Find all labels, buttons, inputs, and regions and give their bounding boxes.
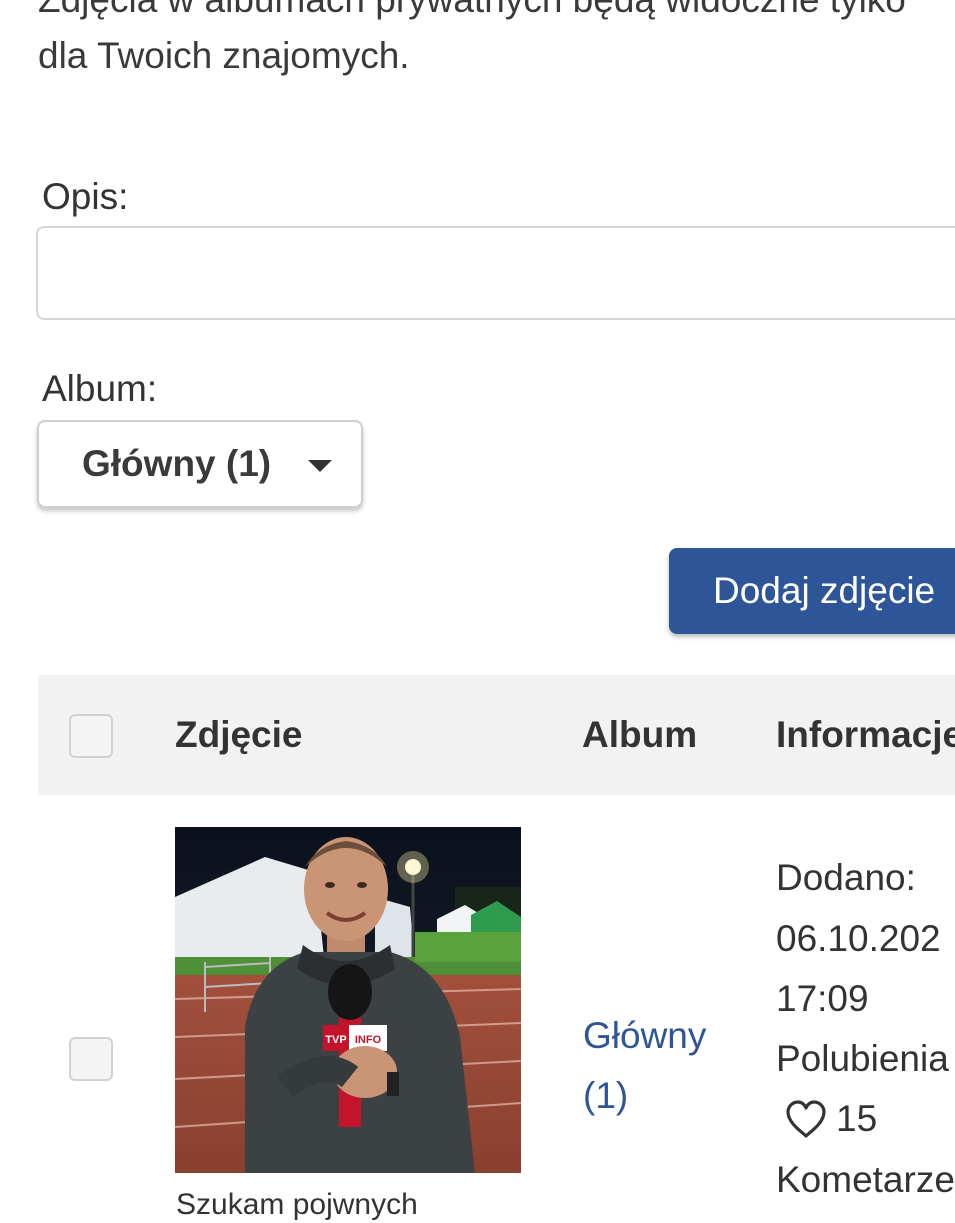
album-select-value: Główny (1) — [82, 443, 272, 484]
photo-caption: Szukam pojwnych — [176, 1188, 418, 1221]
info-likes-label: Polubienia — [776, 1038, 949, 1079]
photo-thumbnail[interactable]: TVP INFO — [175, 827, 521, 1173]
info-comments-label: Kometarze — [776, 1159, 955, 1200]
info-added-time: 17:09 — [776, 978, 869, 1019]
description-input[interactable] — [36, 226, 955, 320]
intro-text-line-2: dla Twoich znajomych. — [38, 35, 410, 76]
album-label: Album: — [42, 368, 158, 409]
album-select[interactable]: Główny (1) — [37, 420, 363, 508]
info-added-label: Dodano: — [776, 857, 916, 898]
intro-text-line-1: Zdjęcia w albumach prywatnych będą widoc… — [38, 0, 906, 22]
album-link[interactable]: Główny (1) — [583, 1006, 743, 1126]
reporter-photo-image: TVP INFO — [175, 827, 521, 1173]
table-header: Zdjęcie Album Informacje — [38, 675, 955, 795]
album-link-name: Główny — [583, 1015, 707, 1056]
select-all-checkbox[interactable] — [69, 714, 113, 758]
mic-badge-left-text: TVP — [325, 1034, 346, 1046]
likes-count: 15 — [836, 1098, 878, 1139]
album-link-count: (1) — [583, 1075, 629, 1116]
column-header-info: Informacje — [776, 714, 955, 755]
column-header-album: Album — [582, 714, 698, 755]
description-label: Opis: — [42, 176, 129, 217]
add-photo-button[interactable]: Dodaj zdjęcie — [669, 548, 955, 634]
info-added-date: 06.10.202 — [776, 918, 941, 959]
mic-badge-right-text: INFO — [355, 1034, 382, 1046]
heart-icon[interactable] — [784, 1099, 828, 1139]
column-header-photo: Zdjęcie — [175, 714, 303, 755]
chevron-down-icon — [308, 460, 332, 472]
row-checkbox[interactable] — [69, 1037, 113, 1081]
